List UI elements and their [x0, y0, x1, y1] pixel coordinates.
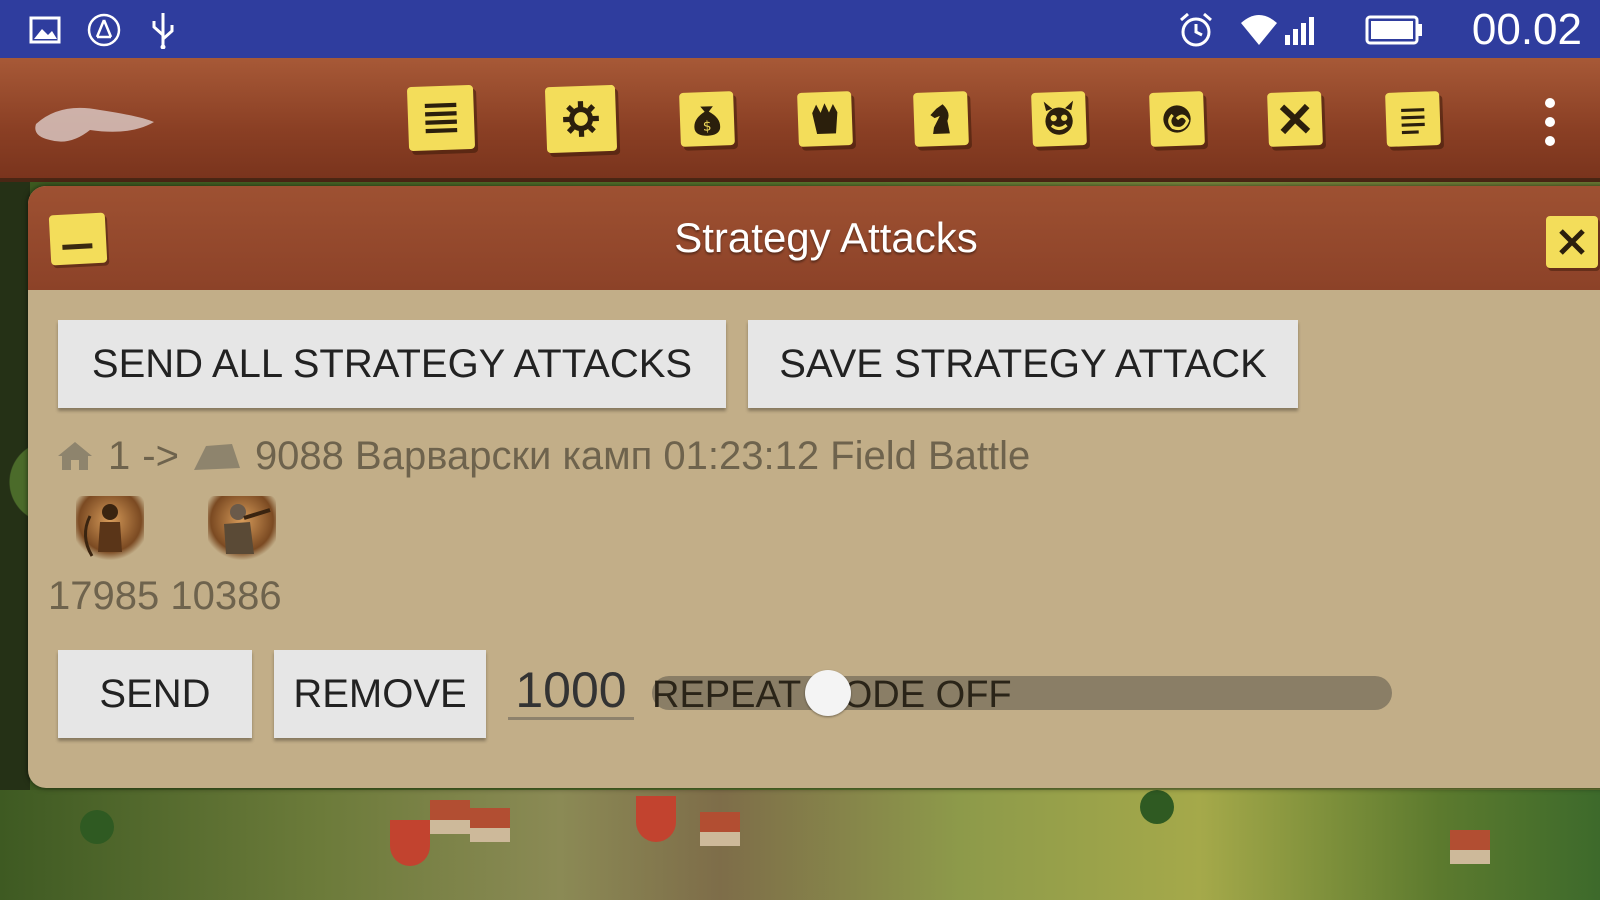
send-all-strategy-attacks-button[interactable]: SEND ALL STRATEGY ATTACKS	[58, 320, 726, 408]
dialog-title: Strategy Attacks	[674, 214, 978, 261]
house-sprite	[1450, 830, 1490, 864]
save-strategy-attack-button[interactable]: SAVE STRATEGY ATTACK	[748, 320, 1298, 408]
app-toolbar: $	[0, 58, 1600, 182]
house-sprite	[700, 812, 740, 846]
banner-sprite	[390, 820, 430, 866]
svg-text:$: $	[703, 118, 712, 134]
house-sprite	[470, 808, 510, 842]
send-button[interactable]: SEND	[58, 650, 252, 738]
close-icon[interactable]	[1267, 91, 1323, 147]
banner-sprite	[636, 796, 676, 842]
image-icon	[28, 10, 62, 50]
attack-entry-line: 1 -> 9088 Варварски камп 01:23:12 Field …	[54, 431, 1030, 481]
tent-icon	[193, 444, 240, 470]
attack-source: 1	[108, 433, 131, 478]
status-bar: 00.02	[0, 0, 1600, 58]
unit-counts: 17985 10386	[48, 574, 282, 618]
fist-icon[interactable]	[797, 91, 853, 147]
close-icon[interactable]	[1546, 216, 1598, 268]
tree-sprite	[80, 810, 114, 844]
crossbowman-unit-icon	[208, 496, 276, 566]
signal-icon	[1282, 10, 1316, 50]
list-icon[interactable]	[406, 84, 476, 152]
network-sharing-icon	[86, 10, 122, 50]
overflow-menu-icon[interactable]	[1540, 98, 1560, 146]
attack-target: 9088 Варварски камп 01:23:12 Field Battl…	[254, 433, 1031, 478]
amount-input[interactable]	[508, 662, 634, 720]
alarm-icon	[1176, 10, 1216, 50]
devil-icon[interactable]	[1031, 91, 1087, 147]
spiral-icon[interactable]	[1149, 91, 1205, 147]
strategy-attacks-dialog: Strategy Attacks SEND ALL STRATEGY ATTAC…	[28, 186, 1600, 788]
battery-icon	[1364, 10, 1424, 50]
tree-sprite	[1140, 790, 1174, 824]
app-logo-icon	[35, 107, 154, 142]
usb-icon	[148, 10, 178, 50]
house-sprite	[430, 800, 470, 834]
gear-icon[interactable]	[544, 84, 618, 154]
attack-arrow: ->	[142, 433, 179, 478]
notes-icon[interactable]	[1385, 91, 1441, 147]
money-bag-icon[interactable]: $	[679, 91, 735, 147]
remove-button[interactable]: REMOVE	[274, 650, 486, 738]
village-scene	[0, 790, 1600, 900]
wifi-icon	[1238, 10, 1280, 50]
home-icon	[58, 442, 92, 470]
clock-time: 00.02	[1471, 5, 1582, 54]
repeat-mode-slider-knob[interactable]	[804, 670, 851, 716]
chess-knight-icon[interactable]	[913, 91, 969, 147]
archer-unit-icon	[76, 496, 144, 566]
dialog-header: Strategy Attacks	[28, 186, 1600, 290]
